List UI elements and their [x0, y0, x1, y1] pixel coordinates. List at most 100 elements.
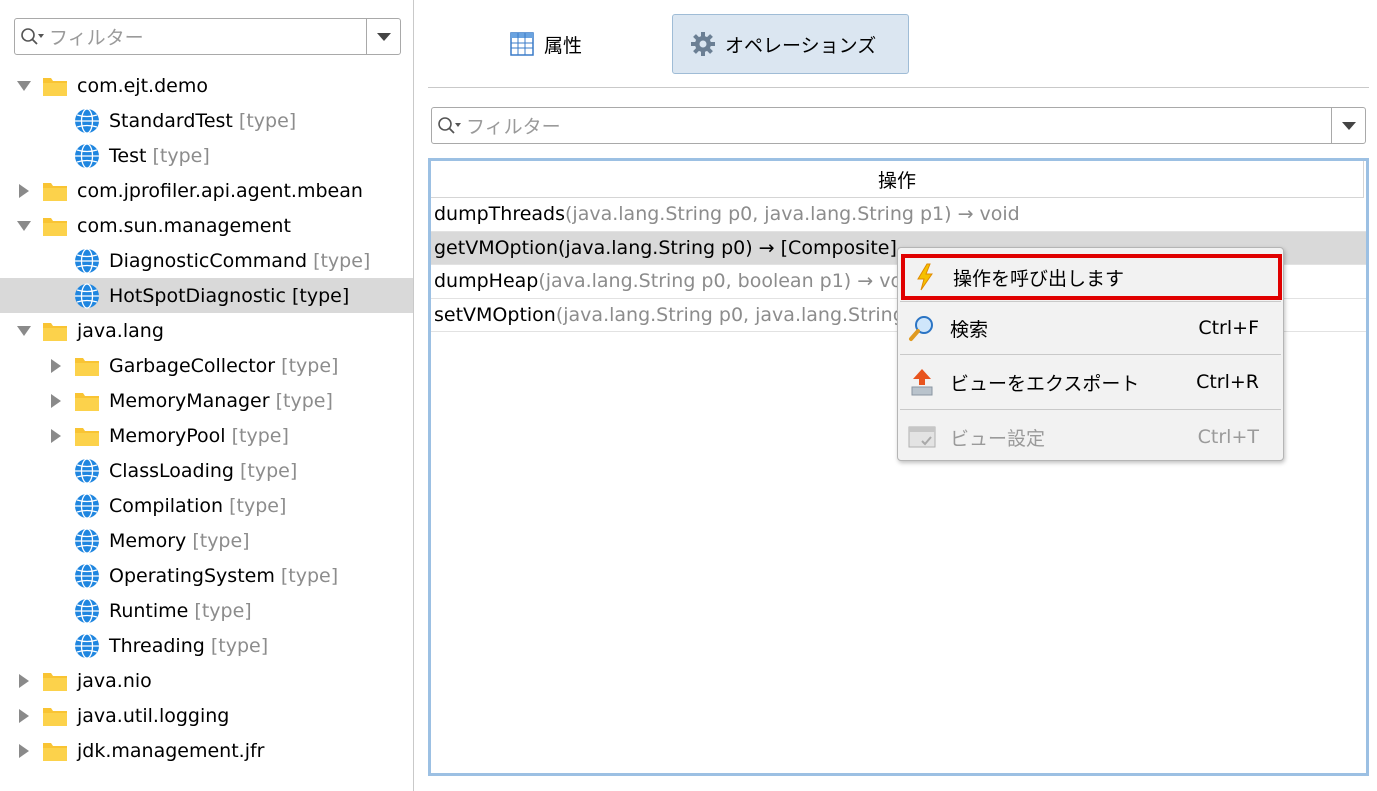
globe-icon [74, 632, 100, 659]
globe-icon [74, 107, 100, 134]
tree-node[interactable]: java.lang [0, 313, 413, 348]
menu-separator [900, 301, 1281, 302]
lightning-icon [911, 263, 939, 291]
tree-node-type: [type] [238, 109, 297, 132]
tree-node[interactable]: StandardTest [type] [0, 103, 413, 138]
tree-filter[interactable]: フィルター [14, 18, 401, 55]
menu-item-export-view[interactable]: ビューをエクスポート Ctrl+R [898, 359, 1283, 405]
globe-icon [74, 562, 100, 589]
tree-node-label: MemoryManager [type] [109, 390, 333, 412]
left-pane: フィルター com.ejt.demo StandardTest [type] Tes… [0, 0, 414, 791]
tree-node-name: OperatingSystem [109, 564, 275, 587]
tree-node-label: Test [type] [109, 145, 210, 167]
globe-icon [74, 527, 100, 554]
column-header-operation[interactable]: 操作 [431, 161, 1364, 198]
tree-node-name: Test [109, 144, 147, 167]
menu-separator [900, 409, 1281, 410]
operations-filter-dropdown-button[interactable] [1331, 108, 1365, 143]
tree-node[interactable]: com.sun.management [0, 208, 413, 243]
tree-filter-input[interactable]: フィルター [49, 23, 366, 50]
search-dropdown-icon[interactable] [15, 19, 49, 54]
globe-icon [74, 282, 100, 309]
tree-node[interactable]: Threading [type] [0, 628, 413, 663]
tree-node-name: MemoryManager [109, 389, 270, 412]
collapse-arrow-right-icon[interactable] [16, 708, 32, 724]
globe-icon [74, 492, 100, 519]
tree-node-label: com.ejt.demo [77, 75, 208, 97]
tree-node[interactable]: com.jprofiler.api.agent.mbean [0, 173, 413, 208]
tab-operations[interactable]: オペレーションズ [672, 14, 909, 74]
menu-item-label: ビュー設定 [950, 427, 1046, 450]
tree-node[interactable]: MemoryPool [type] [0, 418, 413, 453]
tree-node-label: java.util.logging [77, 705, 229, 727]
collapse-arrow-right-icon[interactable] [48, 358, 64, 374]
tree-node[interactable]: DiagnosticCommand [type] [0, 243, 413, 278]
tree-node-name: com.sun.management [77, 214, 291, 237]
tree-node[interactable]: java.nio [0, 663, 413, 698]
tree-node-label: java.lang [77, 320, 164, 342]
operations-filter[interactable]: フィルター [431, 107, 1366, 144]
tree-node[interactable]: OperatingSystem [type] [0, 558, 413, 593]
tree-node-name: Runtime [109, 599, 189, 622]
table-icon [508, 30, 536, 58]
tree-node-label: StandardTest [type] [109, 110, 296, 132]
tree-node-label: Compilation [type] [109, 495, 286, 517]
tree-node-label: Threading [type] [109, 635, 268, 657]
column-header-label: 操作 [877, 169, 916, 192]
collapse-arrow-right-icon[interactable] [16, 673, 32, 689]
collapse-arrow-right-icon[interactable] [48, 393, 64, 409]
menu-item-invoke-operation[interactable]: 操作を呼び出します [901, 254, 1282, 300]
tree-node-type: [type] [240, 459, 298, 482]
collapse-arrow-right-icon[interactable] [48, 428, 64, 444]
tab-operations-label: オペレーションズ [725, 34, 877, 57]
globe-icon [74, 457, 100, 484]
operation-signature: (java.lang.String p0, boolean p1) → void [538, 270, 920, 293]
collapse-arrow-right-icon[interactable] [16, 743, 32, 759]
operation-name: getVMOption [434, 236, 559, 259]
tree-node-type: [type] [194, 599, 252, 622]
tree-node-name: java.util.logging [77, 704, 230, 727]
tree-node-name: DiagnosticCommand [109, 249, 308, 272]
tree-node[interactable]: jdk.management.jfr [0, 733, 413, 768]
tree-node[interactable]: Test [type] [0, 138, 413, 173]
menu-item-shortcut: Ctrl+T [1197, 426, 1259, 448]
tree-node[interactable]: Memory [type] [0, 523, 413, 558]
tree-node-name: StandardTest [109, 109, 233, 132]
tree-node[interactable]: ClassLoading [type] [0, 453, 413, 488]
tree-node-name: com.jprofiler.api.agent.mbean [77, 179, 363, 202]
operation-name: dumpThreads [434, 203, 566, 226]
tree-node-name: MemoryPool [109, 424, 226, 447]
tree-node[interactable]: GarbageCollector [type] [0, 348, 413, 383]
menu-item-search[interactable]: 検索 Ctrl+F [898, 305, 1283, 351]
expand-arrow-down-icon[interactable] [16, 218, 32, 234]
tree-node-name: java.nio [77, 669, 152, 692]
tree-node-type: [type] [231, 424, 289, 447]
globe-icon [74, 597, 100, 624]
tree-node[interactable]: HotSpotDiagnostic [type] [0, 278, 413, 313]
expand-arrow-down-icon[interactable] [16, 323, 32, 339]
collapse-arrow-right-icon[interactable] [16, 183, 32, 199]
tree-node-label: Runtime [type] [109, 600, 252, 622]
folder-icon [42, 738, 68, 764]
operation-signature: (java.lang.String p0, java.lang.String p… [565, 203, 1020, 226]
tab-attributes-label: 属性 [544, 34, 583, 57]
tree-node[interactable]: java.util.logging [0, 698, 413, 733]
table-row[interactable]: dumpThreads (java.lang.String p0, java.la… [431, 198, 1366, 232]
tab-attributes[interactable]: 属性 [500, 14, 650, 74]
tree-node-label: jdk.management.jfr [77, 740, 264, 762]
tree-node-name: ClassLoading [109, 459, 234, 482]
menu-item-view-settings[interactable]: ビュー設定 Ctrl+T [898, 414, 1283, 460]
tree-node-type: [type] [291, 284, 350, 307]
tree-node[interactable]: com.ejt.demo [0, 68, 413, 103]
tree-node-name: com.ejt.demo [77, 74, 208, 97]
tree-node[interactable]: Compilation [type] [0, 488, 413, 523]
search-dropdown-icon[interactable] [432, 108, 466, 143]
context-menu: 操作を呼び出します 検索 Ctrl+F ビューをエクスポート Ctrl+R ビュ… [897, 247, 1284, 461]
menu-item-shortcut: Ctrl+R [1196, 371, 1259, 393]
operations-filter-input[interactable]: フィルター [466, 112, 1331, 139]
tree-filter-dropdown-button[interactable] [366, 19, 400, 54]
menu-item-shortcut: Ctrl+F [1198, 317, 1259, 339]
tree-node[interactable]: Runtime [type] [0, 593, 413, 628]
tree-node[interactable]: MemoryManager [type] [0, 383, 413, 418]
expand-arrow-down-icon[interactable] [16, 78, 32, 94]
